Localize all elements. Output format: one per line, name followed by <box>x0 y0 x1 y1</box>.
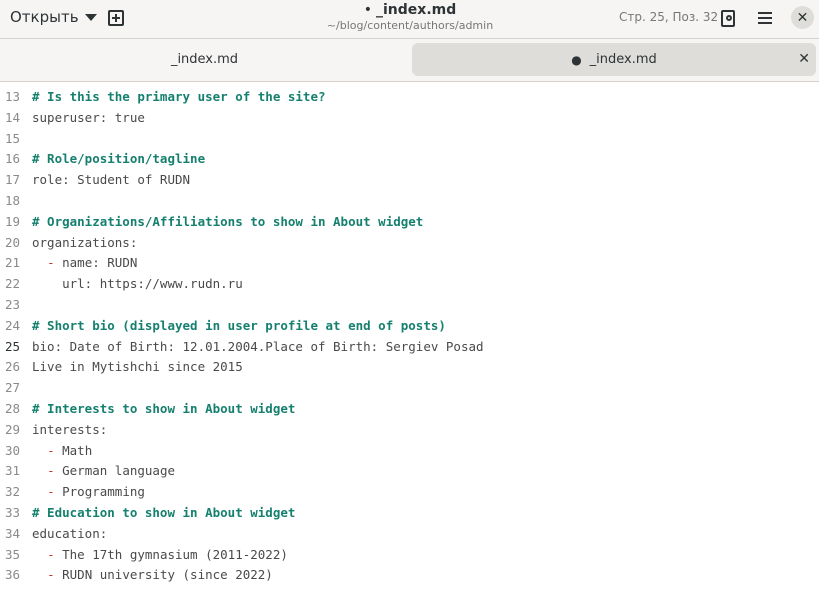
line-number: 15 <box>4 130 20 146</box>
line-text: # Is this the primary user of the site? <box>32 89 326 104</box>
line-text: superuser: true <box>32 109 145 125</box>
line-number: 34 <box>4 525 20 541</box>
editor-line[interactable]: 21 - name: RUDN <box>0 253 819 274</box>
editor-line[interactable]: 31 - German language <box>0 461 819 482</box>
editor-line[interactable]: 20 organizations: <box>0 233 819 254</box>
line-text: # Education to show in About widget <box>32 505 296 520</box>
editor-line[interactable]: 33 # Education to show in About widget <box>0 503 819 524</box>
line-text: organizations: <box>32 234 138 250</box>
new-tab-icon <box>108 10 124 26</box>
line-text: - Programming <box>47 484 145 500</box>
close-icon: ✕ <box>796 9 809 26</box>
editor-line[interactable]: 36 - RUDN university (since 2022) <box>0 565 819 586</box>
window-close-button[interactable]: ✕ <box>791 6 814 29</box>
line-number: 26 <box>4 359 20 375</box>
editor-line[interactable]: 14 superuser: true <box>0 108 819 129</box>
tab-index-md-2[interactable]: ● _index.md ✕ <box>412 43 816 76</box>
line-number: 25 <box>4 338 20 354</box>
unsaved-dot-icon: ● <box>571 52 582 67</box>
line-text: role: Student of RUDN <box>32 172 191 188</box>
editor-line[interactable]: 25 bio: Date of Birth: 12.01.2004.Place o… <box>0 337 819 358</box>
document-stats-button[interactable] <box>715 5 741 31</box>
new-tab-button[interactable] <box>103 5 129 31</box>
window-title-block: • _index.md ~/blog/content/authors/admin <box>250 2 570 33</box>
line-number: 35 <box>4 546 20 562</box>
document-search-icon <box>721 9 735 27</box>
tab-label: _index.md <box>589 52 657 67</box>
line-number: 23 <box>4 297 20 312</box>
cursor-position[interactable]: Стр. 25, Поз. 32 <box>619 10 718 24</box>
tab-label: _index.md <box>170 52 239 67</box>
open-button[interactable]: Открыть <box>4 4 103 30</box>
modified-indicator: • <box>363 2 372 18</box>
editor-line[interactable]: 15 <box>0 129 819 150</box>
line-number: 21 <box>4 255 20 271</box>
line-number: 18 <box>4 193 20 208</box>
document-path: ~/blog/content/authors/admin <box>326 19 494 32</box>
tab-close-icon[interactable]: ✕ <box>798 51 810 67</box>
editor-line[interactable]: 19 # Organizations/Affiliations to show i… <box>0 212 819 233</box>
editor-line[interactable]: 29 interests: <box>0 420 819 441</box>
editor-line[interactable]: 26 Live in Mytishchi since 2015 <box>0 357 819 378</box>
line-number: 33 <box>4 505 20 520</box>
line-text: - RUDN university (since 2022) <box>47 567 273 583</box>
line-number: 22 <box>4 276 20 292</box>
editor-line[interactable]: 13 # Is this the primary user of the site… <box>0 87 819 108</box>
chevron-down-icon <box>84 14 97 21</box>
header-bar: Открыть • _index.md ~/blog/content/author… <box>0 0 819 39</box>
document-title: • _index.md <box>250 2 570 19</box>
line-text: # Short bio (displayed in user profile a… <box>32 317 446 333</box>
line-text: - Math <box>47 442 93 458</box>
line-text: interests: <box>32 421 108 437</box>
text-editor[interactable]: 13 # Is this the primary user of the site… <box>0 82 819 608</box>
line-number: 28 <box>4 401 20 416</box>
line-text: # Interests to show in About widget <box>32 401 296 416</box>
line-text: - The 17th gymnasium (2011-2022) <box>47 546 288 562</box>
line-number: 16 <box>4 151 20 167</box>
line-text: bio: Date of Birth: 12.01.2004.Place of … <box>32 338 484 354</box>
tab-index-md-1[interactable]: _index.md <box>4 43 405 76</box>
editor-line[interactable]: 22 url: https://www.rudn.ru <box>0 274 819 295</box>
line-number: 30 <box>4 442 20 458</box>
line-text: - German language <box>47 463 176 479</box>
line-number: 19 <box>4 213 20 229</box>
hamburger-menu-icon <box>758 12 772 24</box>
editor-line[interactable]: 32 - Programming <box>0 482 819 503</box>
document-title-text: _index.md <box>376 2 457 18</box>
line-number: 29 <box>4 421 20 437</box>
editor-line[interactable]: 34 education: <box>0 524 819 545</box>
line-number: 24 <box>4 317 20 333</box>
editor-line[interactable]: 24 # Short bio (displayed in user profile… <box>0 316 819 337</box>
line-number: 36 <box>4 567 20 583</box>
line-text: # Role/position/tagline <box>32 151 206 167</box>
line-number: 32 <box>4 484 20 500</box>
line-number: 14 <box>4 109 20 125</box>
line-text: Live in Mytishchi since 2015 <box>32 359 243 375</box>
editor-line[interactable]: 30 - Math <box>0 441 819 462</box>
line-text: education: <box>32 525 108 541</box>
line-text: - name: RUDN <box>47 255 138 271</box>
line-number: 13 <box>4 89 20 104</box>
editor-line[interactable]: 18 <box>0 191 819 212</box>
editor-line[interactable]: 17 role: Student of RUDN <box>0 170 819 191</box>
open-button-label: Открыть <box>10 8 79 26</box>
main-menu-button[interactable] <box>752 5 778 31</box>
line-number: 20 <box>4 234 20 250</box>
editor-line[interactable]: 16 # Role/position/tagline <box>0 149 819 170</box>
line-text: # Organizations/Affiliations to show in … <box>32 213 424 229</box>
editor-line[interactable]: 28 # Interests to show in About widget <box>0 399 819 420</box>
tab-bar: _index.md ● _index.md ✕ <box>0 39 819 82</box>
line-number: 31 <box>4 463 20 479</box>
line-number: 27 <box>4 380 20 396</box>
editor-line[interactable]: 27 <box>0 378 819 399</box>
line-text: url: https://www.rudn.ru <box>32 276 243 292</box>
editor-line[interactable]: 35 - The 17th gymnasium (2011-2022) <box>0 545 819 566</box>
line-number: 17 <box>4 172 20 188</box>
editor-line[interactable]: 23 <box>0 295 819 316</box>
